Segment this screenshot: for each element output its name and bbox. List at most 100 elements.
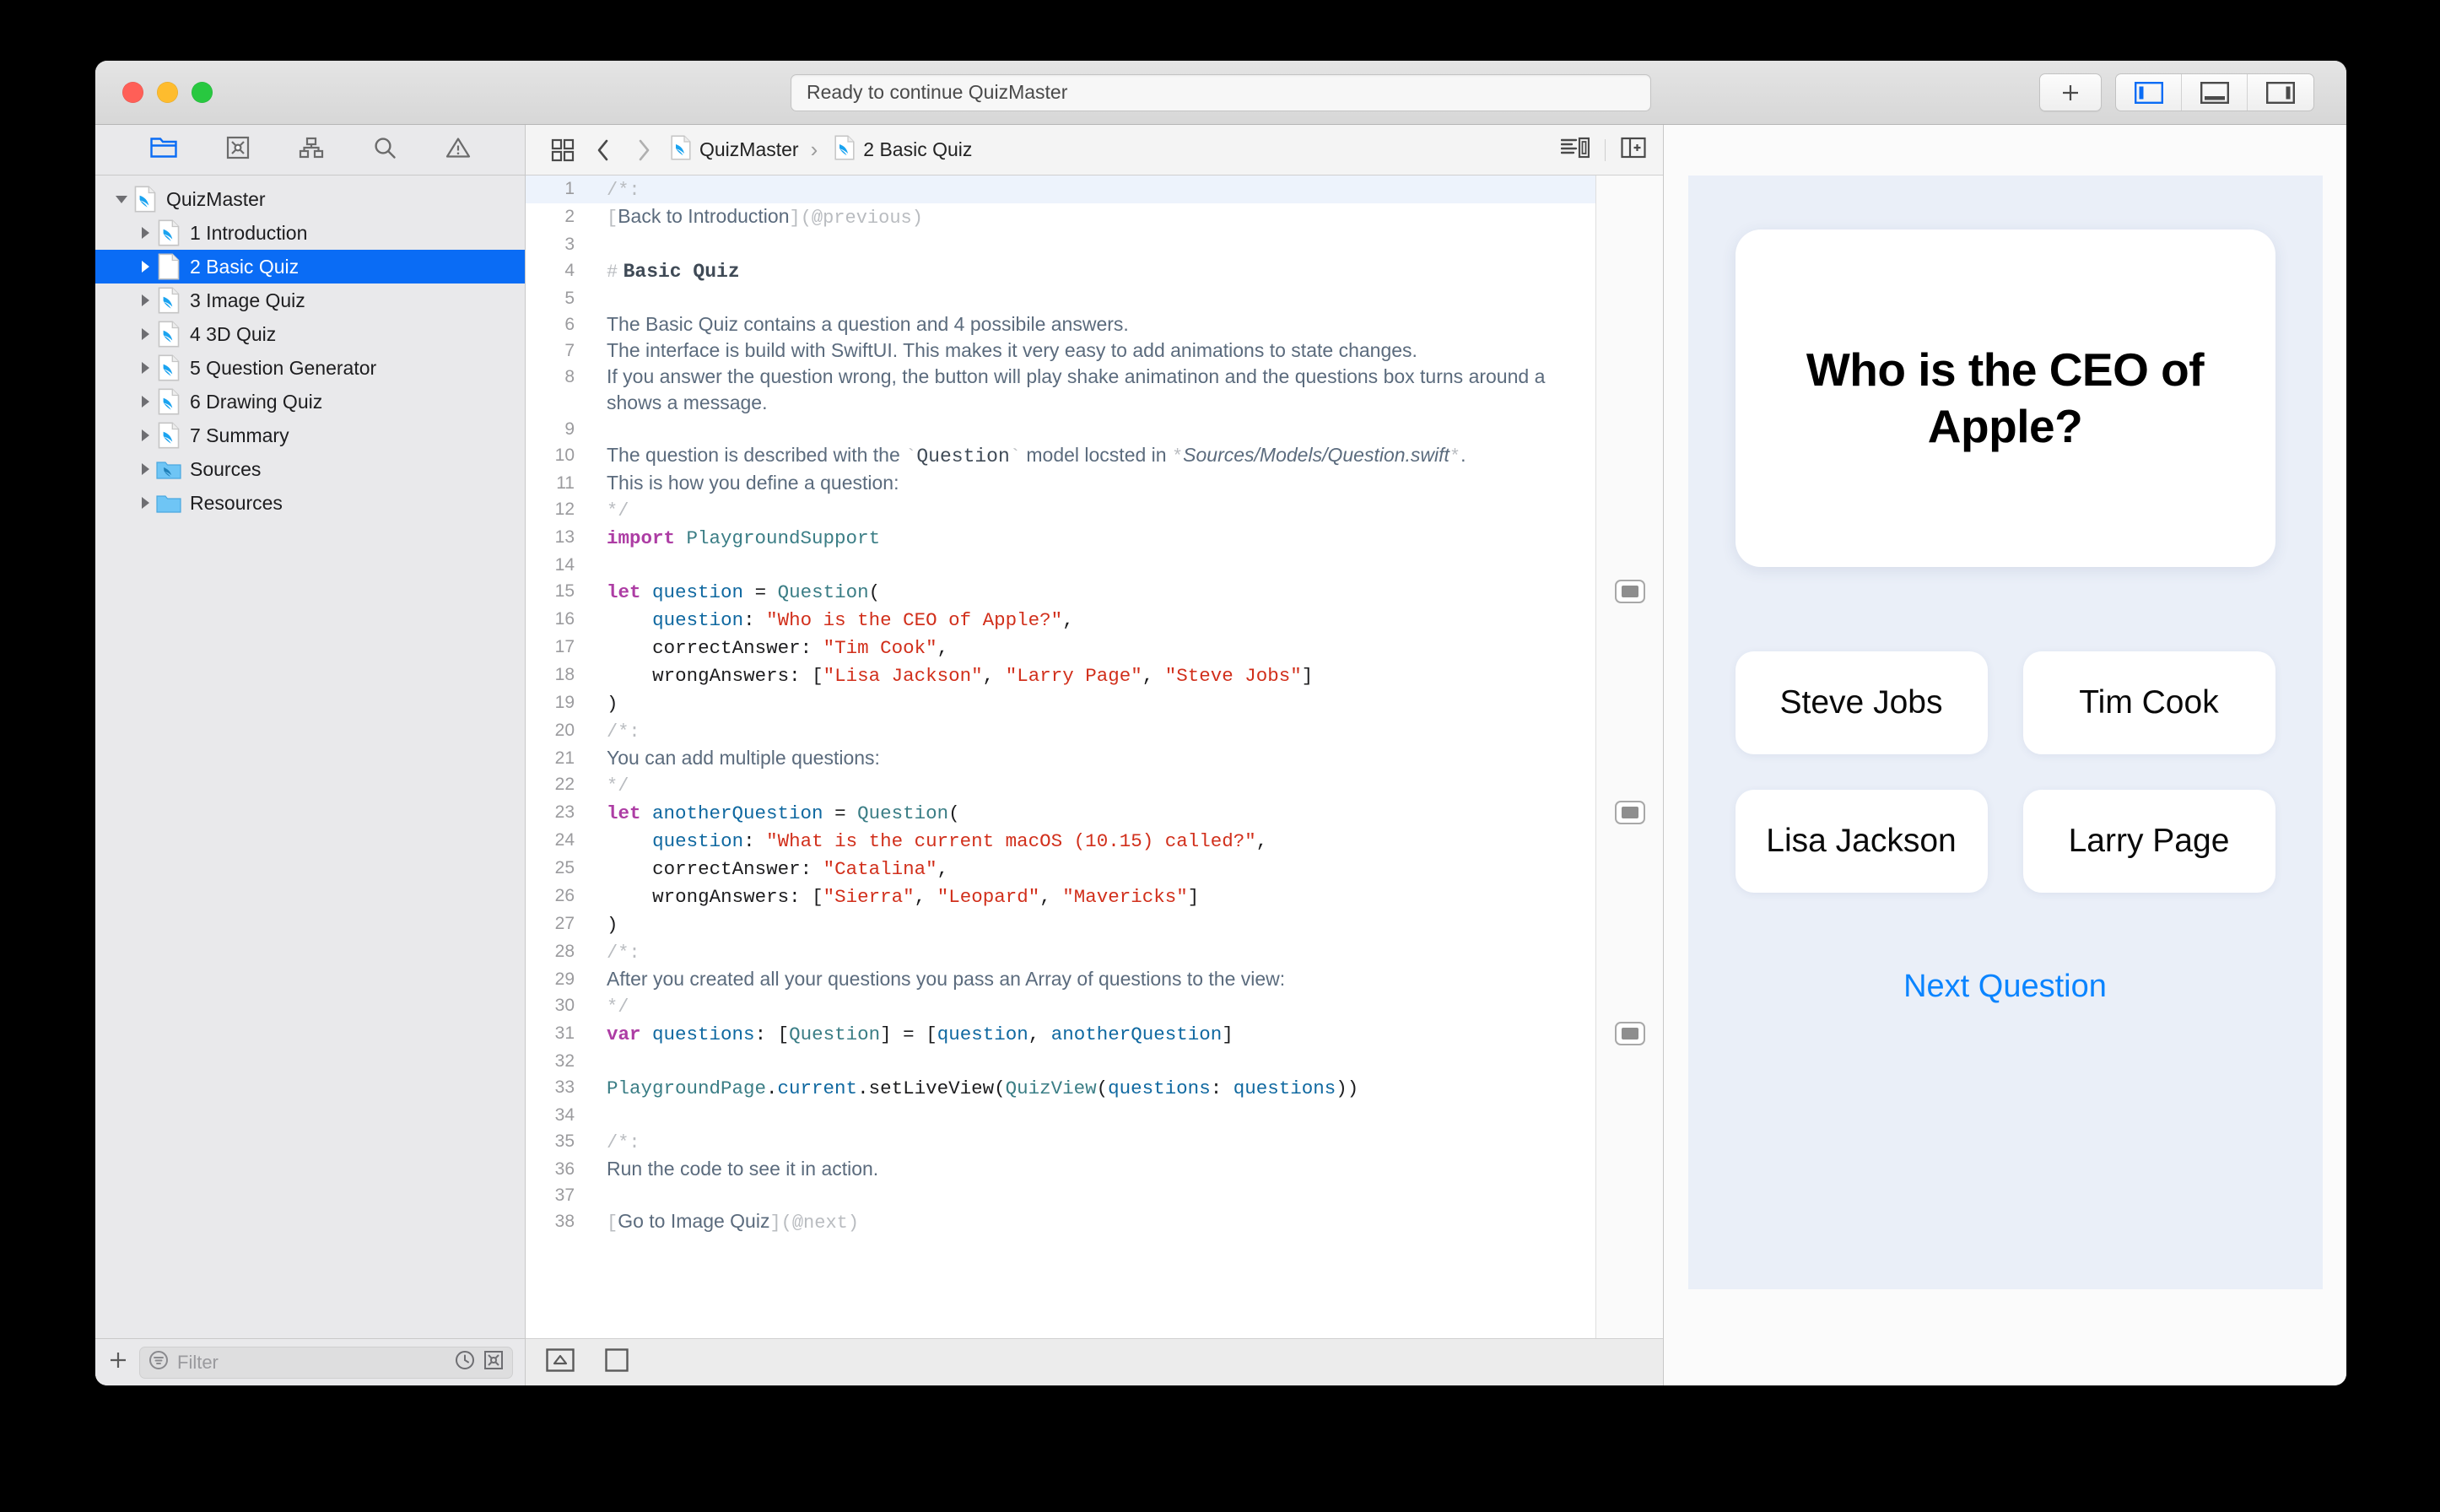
tree-item-3-image-quiz[interactable]: 3 Image Quiz [95, 284, 525, 317]
source-code[interactable]: 1/*: 2 [Back to Introduction](@previous) 3 … [526, 176, 1595, 1338]
project-navigator-icon[interactable] [149, 137, 177, 163]
line-number: 30 [554, 996, 575, 1015]
code-line[interactable]: 2 [Back to Introduction](@previous) [526, 203, 1595, 231]
code-line[interactable]: 17 correctAnswer: "Tim Cook", [526, 634, 1595, 662]
answer-button[interactable]: Larry Page [2022, 790, 2275, 893]
code-line[interactable]: 25 correctAnswer: "Catalina", [526, 855, 1595, 883]
hierarchy-navigator-icon[interactable] [299, 137, 324, 163]
code-line[interactable]: 22 */ [526, 771, 1595, 799]
code-line[interactable]: 32 [526, 1048, 1595, 1074]
minimap-icon[interactable] [1560, 137, 1590, 163]
answer-button[interactable]: Steve Jobs [1735, 651, 1988, 754]
tree-item-resources[interactable]: Resources [95, 486, 525, 520]
issue-navigator-icon[interactable] [226, 136, 250, 164]
code-line[interactable]: 30 */ [526, 992, 1595, 1020]
code-line[interactable]: 4 # Basic Quiz [526, 257, 1595, 285]
tree-item-sources[interactable]: Sources [95, 452, 525, 486]
tree-item-7-summary[interactable]: 7 Summary [95, 418, 525, 452]
result-marker[interactable] [1615, 1022, 1645, 1045]
filter-input[interactable]: Filter [139, 1346, 513, 1379]
tree-item-6-drawing-quiz[interactable]: 6 Drawing Quiz [95, 385, 525, 418]
code-line[interactable]: 8 If you answer the question wrong, the b… [526, 364, 1595, 416]
code-line[interactable]: 31 var questions: [Question] = [question,… [526, 1020, 1595, 1048]
line-number: 26 [554, 886, 575, 905]
line-number: 33 [554, 1077, 575, 1097]
answer-button[interactable]: Lisa Jackson [1735, 790, 1988, 893]
code-line[interactable]: 1 /*: [526, 176, 1595, 203]
related-items-icon[interactable] [544, 138, 581, 162]
disclosure-triangle-closed[interactable] [134, 259, 156, 274]
answer-button[interactable]: Tim Cook [2022, 651, 2275, 754]
code-line[interactable]: 12 */ [526, 496, 1595, 524]
disclosure-triangle-closed[interactable] [134, 495, 156, 510]
tree-item-1-introduction[interactable]: 1 Introduction [95, 216, 525, 250]
line-number: 5 [564, 289, 575, 308]
minimize-button[interactable] [157, 82, 178, 103]
code-line[interactable]: 10 The question is described with the `Qu… [526, 442, 1595, 470]
tree-item-5-question-generator[interactable]: 5 Question Generator [95, 351, 525, 385]
line-content: /*: [607, 721, 640, 742]
line-number: 7 [564, 341, 575, 360]
code-line[interactable]: 27) [526, 910, 1595, 938]
code-line[interactable]: 35 /*: [526, 1128, 1595, 1156]
code-line[interactable]: 15 let question = Question( [526, 578, 1595, 606]
disclosure-triangle-closed[interactable] [134, 394, 156, 409]
execute-icon[interactable] [605, 1348, 629, 1376]
code-line[interactable]: 14 [526, 552, 1595, 578]
code-line[interactable]: 18 wrongAnswers: ["Lisa Jackson", "Larry… [526, 662, 1595, 689]
code-line[interactable]: 37 [526, 1182, 1595, 1208]
issues-filter-icon[interactable] [483, 1350, 504, 1374]
tree-item-2-basic-quiz[interactable]: 2 Basic Quiz [95, 250, 525, 284]
warning-navigator-icon[interactable] [445, 137, 471, 163]
add-button[interactable] [2039, 73, 2102, 111]
disclosure-triangle-open[interactable] [111, 192, 132, 207]
code-line[interactable]: 7 The interface is build with SwiftUI. Th… [526, 338, 1595, 364]
back-button[interactable] [585, 138, 622, 162]
disclosure-triangle-closed[interactable] [134, 293, 156, 308]
code-line[interactable]: 13 import PlaygroundSupport [526, 524, 1595, 552]
code-line[interactable]: 33 PlaygroundPage.current.setLiveView(Qui… [526, 1074, 1595, 1102]
result-marker[interactable] [1615, 801, 1645, 824]
code-line[interactable]: 36 Run the code to see it in action. [526, 1156, 1595, 1182]
code-line[interactable]: 23 let anotherQuestion = Question( [526, 799, 1595, 827]
disclosure-triangle-closed[interactable] [134, 225, 156, 240]
breadcrumb-item-1[interactable]: 2 Basic Quiz [834, 134, 972, 165]
code-line[interactable]: 34 [526, 1102, 1595, 1128]
code-line[interactable]: 9 [526, 416, 1595, 442]
disclosure-triangle-closed[interactable] [134, 462, 156, 477]
code-line[interactable]: 21 You can add multiple questions: [526, 745, 1595, 771]
code-line[interactable]: 28 /*: [526, 938, 1595, 966]
code-line[interactable]: 11 This is how you define a question: [526, 470, 1595, 496]
code-line[interactable]: 19) [526, 689, 1595, 717]
disclosure-triangle-closed[interactable] [134, 360, 156, 375]
code-line[interactable]: 29 After you created all your questions y… [526, 966, 1595, 992]
left-pane-toggle[interactable] [2116, 74, 2182, 111]
close-button[interactable] [122, 82, 143, 103]
bottom-pane-toggle[interactable] [2182, 74, 2248, 111]
breadcrumb-item-0[interactable]: QuizMaster [671, 134, 799, 165]
zoom-button[interactable] [192, 82, 213, 103]
search-navigator-icon[interactable] [373, 136, 397, 164]
add-file-button[interactable] [107, 1349, 129, 1375]
disclosure-triangle-closed[interactable] [134, 327, 156, 342]
add-editor-icon[interactable] [1621, 137, 1646, 163]
result-marker[interactable] [1615, 580, 1645, 603]
right-pane-toggle[interactable] [2248, 74, 2313, 111]
code-line[interactable]: 6 The Basic Quiz contains a question and … [526, 311, 1595, 338]
tree-item-quizmaster[interactable]: QuizMaster [95, 182, 525, 216]
code-line[interactable]: 38 [Go to Image Quiz](@next) [526, 1208, 1595, 1236]
forward-button[interactable] [625, 138, 662, 162]
next-question-button[interactable]: Next Question [1903, 969, 2107, 1005]
code-line[interactable]: 24 question: "What is the current macOS … [526, 827, 1595, 855]
recent-icon[interactable] [455, 1350, 475, 1374]
disclosure-triangle-closed[interactable] [134, 428, 156, 443]
line-content: wrongAnswers: ["Lisa Jackson", "Larry Pa… [652, 665, 1314, 687]
tree-item-4-3d-quiz[interactable]: 4 3D Quiz [95, 317, 525, 351]
code-line[interactable]: 3 [526, 231, 1595, 257]
run-stop-icon[interactable] [546, 1348, 575, 1376]
code-line[interactable]: 26 wrongAnswers: ["Sierra", "Leopard", "… [526, 883, 1595, 910]
code-line[interactable]: 16 question: "Who is the CEO of Apple?", [526, 606, 1595, 634]
code-line[interactable]: 20 /*: [526, 717, 1595, 745]
code-line[interactable]: 5 [526, 285, 1595, 311]
swift-playground-icon [671, 134, 691, 165]
